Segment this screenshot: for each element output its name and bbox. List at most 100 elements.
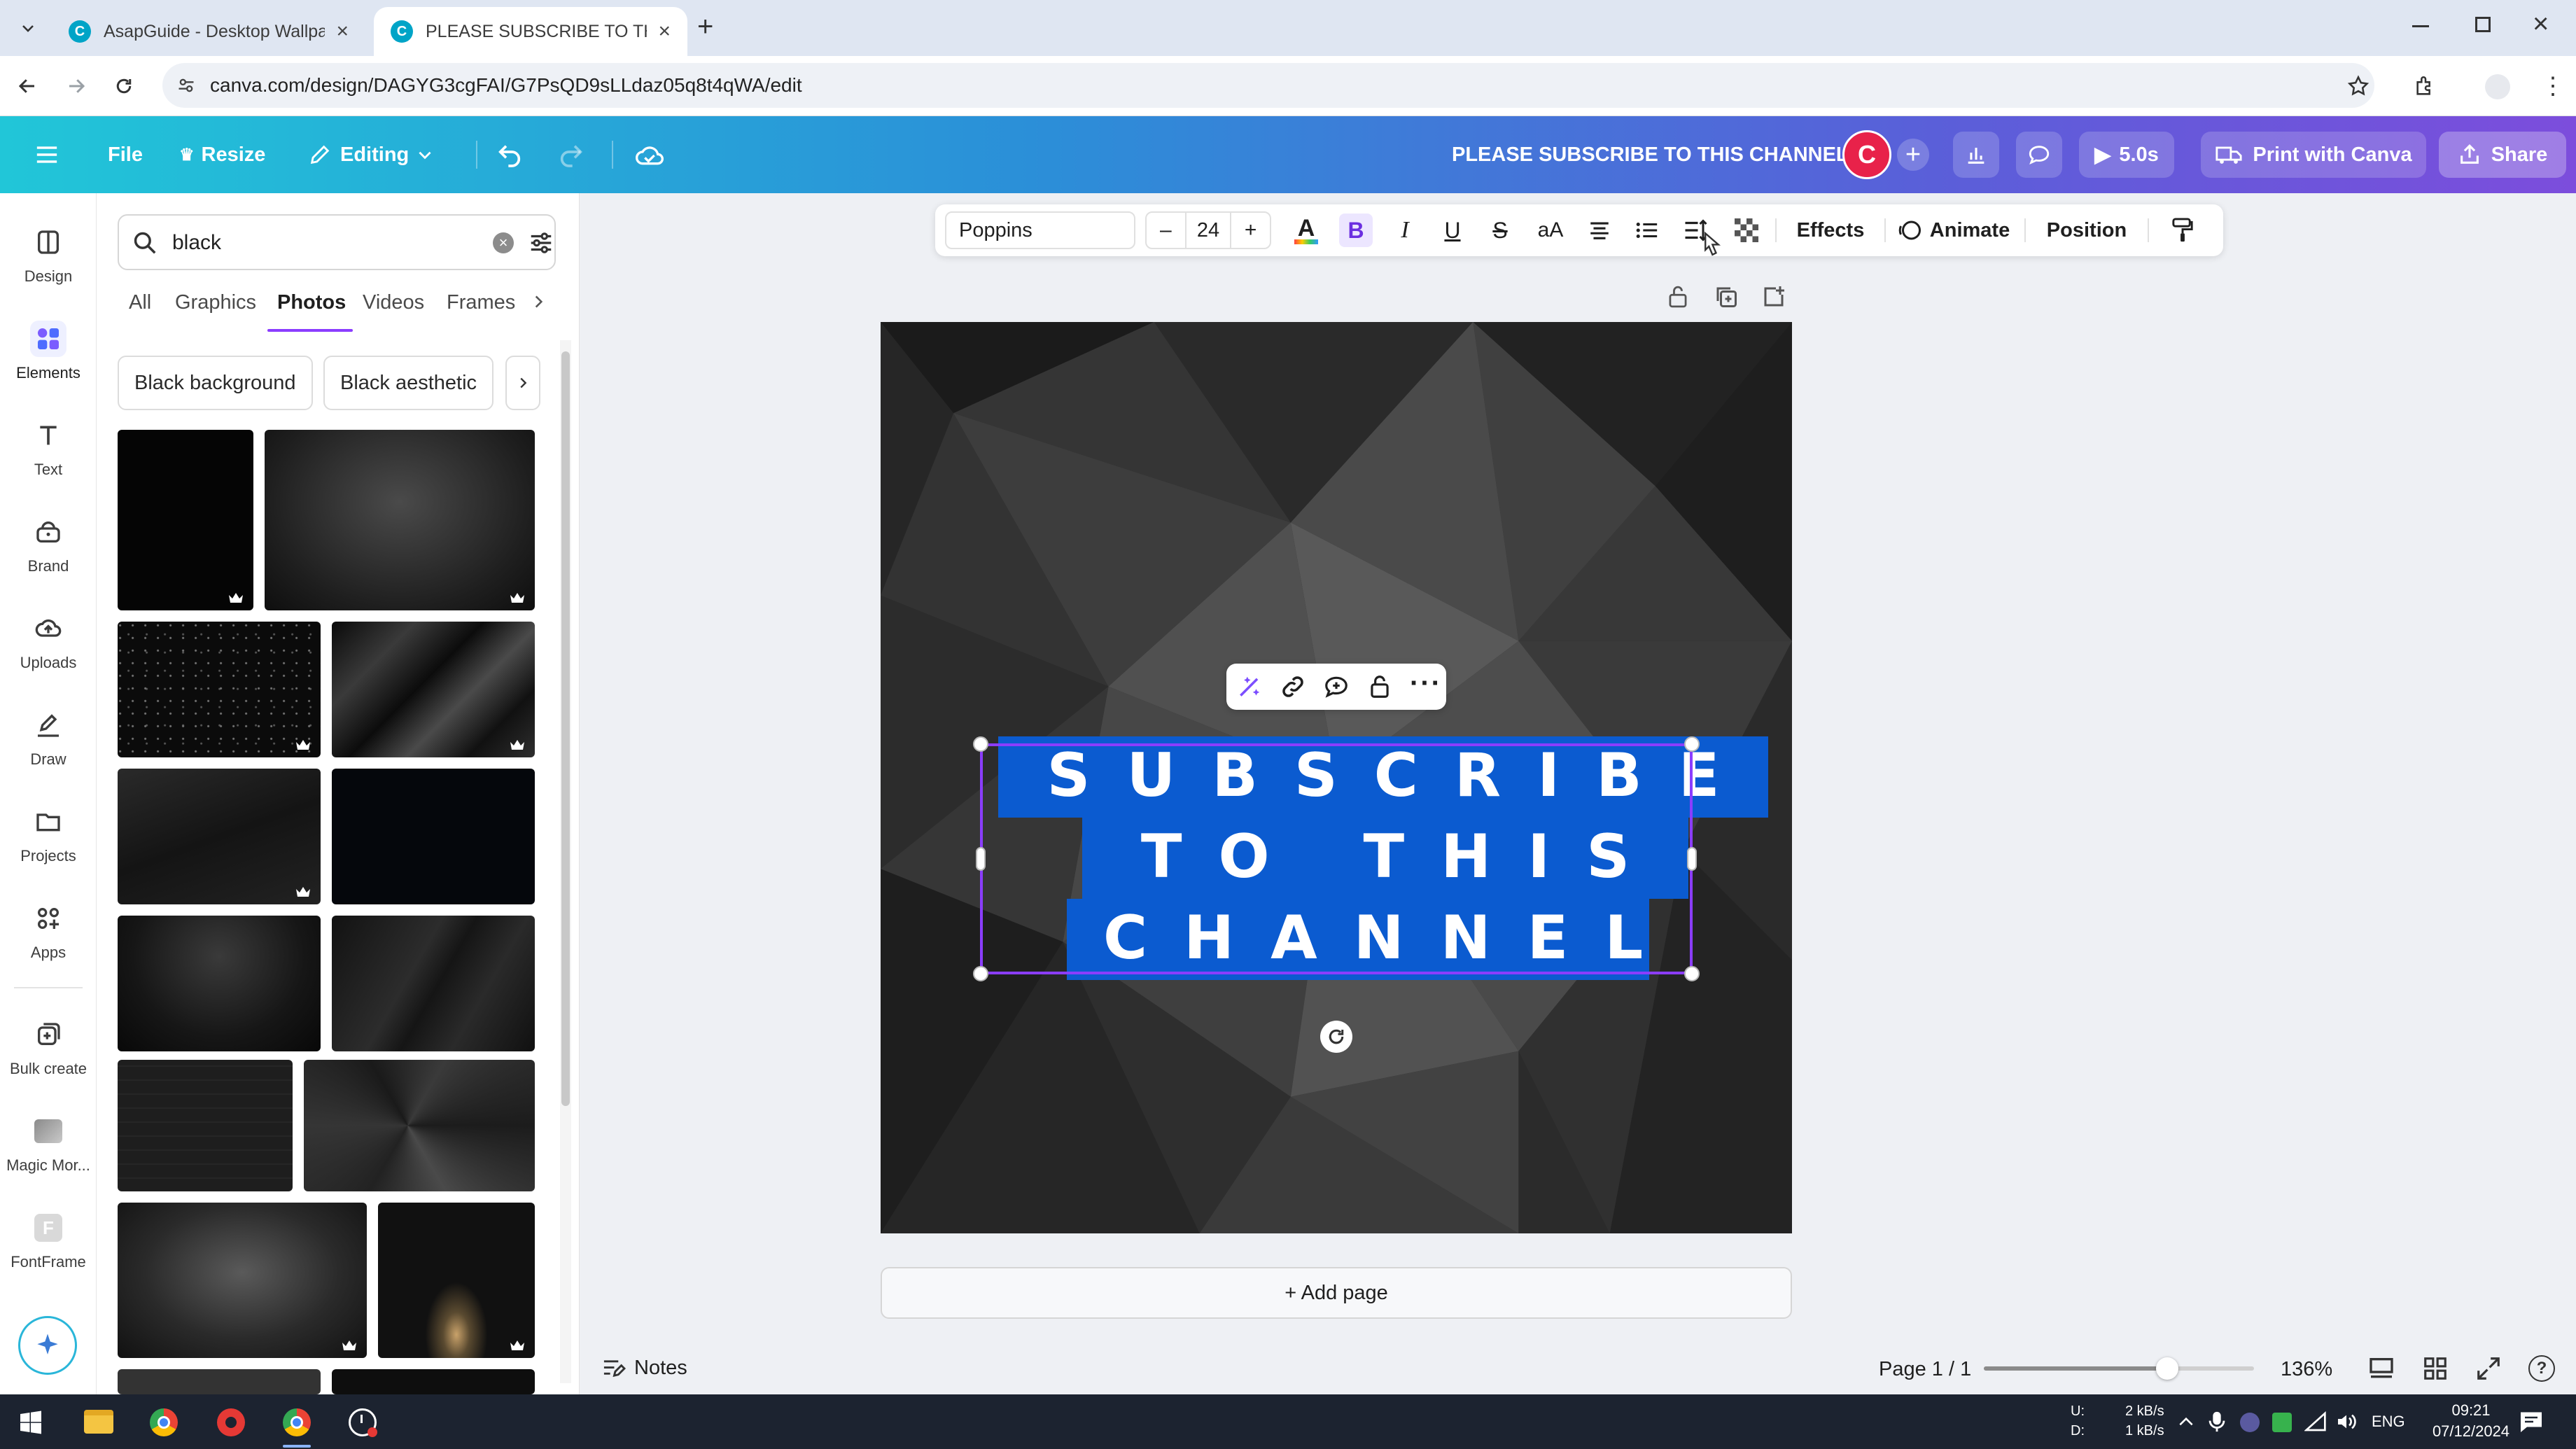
- more-options-icon[interactable]: ···: [1410, 668, 1442, 699]
- clock[interactable]: 09:21 07/12/2024: [2422, 1400, 2520, 1442]
- zoom-slider[interactable]: [1984, 1357, 2254, 1380]
- transparency-button[interactable]: [1726, 204, 1767, 256]
- magic-assistant-button[interactable]: [18, 1316, 77, 1375]
- zoom-level[interactable]: 136%: [2281, 1358, 2332, 1381]
- browser-tab-active[interactable]: C PLEASE SUBSCRIBE TO THIS CH ×: [374, 7, 687, 56]
- tab-frames[interactable]: Frames: [447, 291, 515, 314]
- effects-button[interactable]: Effects: [1785, 204, 1876, 256]
- notes-button[interactable]: Notes: [601, 1357, 687, 1380]
- help-button[interactable]: ?: [2528, 1355, 2555, 1382]
- rail-item-apps[interactable]: Apps: [0, 889, 97, 973]
- photo-thumbnail[interactable]: [332, 769, 535, 904]
- rail-item-elements[interactable]: Elements: [0, 309, 97, 393]
- new-tab-button[interactable]: +: [697, 11, 713, 43]
- document-title[interactable]: PLEASE SUBSCRIBE TO THIS CHANNEL: [1452, 116, 1849, 193]
- site-info-icon[interactable]: [176, 76, 196, 95]
- panel-scrollbar[interactable]: [560, 340, 571, 1383]
- list-button[interactable]: [1627, 204, 1667, 256]
- italic-button[interactable]: I: [1385, 204, 1425, 256]
- file-explorer-icon[interactable]: [84, 1410, 113, 1434]
- rail-item-brand[interactable]: Brand: [0, 503, 97, 587]
- tab-graphics[interactable]: Graphics: [175, 291, 256, 314]
- undo-icon[interactable]: [496, 141, 524, 169]
- present-button[interactable]: ▶ 5.0s: [2079, 132, 2174, 178]
- page-indicator[interactable]: Page 1 / 1: [1879, 1358, 1971, 1381]
- minimize-window-icon[interactable]: [2412, 25, 2429, 27]
- rotate-handle[interactable]: [1320, 1021, 1352, 1053]
- strikethrough-button[interactable]: S: [1480, 204, 1520, 256]
- resize-handle-top-right[interactable]: [1684, 736, 1700, 752]
- photo-thumbnail[interactable]: [118, 1060, 293, 1191]
- bookmark-star-icon[interactable]: [2346, 74, 2370, 98]
- rail-item-design[interactable]: Design: [0, 213, 97, 297]
- link-icon[interactable]: [1280, 673, 1306, 700]
- wifi-icon[interactable]: [2304, 1411, 2327, 1432]
- close-tab-icon[interactable]: ×: [658, 20, 671, 43]
- rail-item-magic-morph[interactable]: Magic Mor...: [0, 1102, 97, 1186]
- font-size-stepper[interactable]: – 24 +: [1145, 211, 1271, 249]
- tab-videos[interactable]: Videos: [363, 291, 424, 314]
- lock-page-icon[interactable]: [1666, 284, 1690, 309]
- browser-tab[interactable]: C AsapGuide - Desktop Wallpape ×: [52, 7, 365, 56]
- language-indicator[interactable]: ENG: [2372, 1413, 2405, 1431]
- chevron-up-icon[interactable]: [2177, 1414, 2195, 1429]
- windows-start-icon[interactable]: [18, 1410, 43, 1435]
- animate-button[interactable]: Animate: [1894, 204, 2013, 256]
- share-button[interactable]: Share: [2439, 132, 2566, 178]
- photo-thumbnail[interactable]: [118, 769, 321, 904]
- photo-thumbnail[interactable]: [304, 1060, 535, 1191]
- page-view-icon[interactable]: [2367, 1355, 2395, 1382]
- scrollbar-thumb[interactable]: [561, 351, 570, 1106]
- rail-item-text[interactable]: Text: [0, 406, 97, 490]
- resize-handle-bottom-left[interactable]: [973, 966, 988, 981]
- chrome-taskbar-icon[interactable]: [150, 1408, 178, 1436]
- rail-item-uploads[interactable]: Uploads: [0, 599, 97, 683]
- suggestion-chip[interactable]: Black aesthetic: [323, 356, 494, 410]
- main-menu-button[interactable]: [35, 116, 59, 193]
- resize-handle-bottom-right[interactable]: [1684, 966, 1700, 981]
- decrease-font-size-button[interactable]: –: [1147, 218, 1185, 242]
- photo-thumbnail[interactable]: [118, 430, 253, 610]
- duplicate-page-icon[interactable]: [1714, 284, 1739, 309]
- rail-item-draw[interactable]: Draw: [0, 696, 97, 780]
- suggestion-chip-more[interactable]: [505, 356, 540, 410]
- photo-thumbnail[interactable]: [332, 1369, 535, 1394]
- tray-nvidia-icon[interactable]: [2272, 1413, 2292, 1432]
- user-avatar[interactable]: C: [1842, 130, 1891, 179]
- forward-arrow-icon[interactable]: [66, 76, 87, 97]
- volume-icon[interactable]: [2335, 1411, 2358, 1432]
- bold-button[interactable]: B: [1336, 204, 1376, 256]
- tab-photos[interactable]: Photos: [277, 291, 346, 314]
- photo-thumbnail[interactable]: [118, 1369, 321, 1394]
- filter-icon[interactable]: [528, 230, 554, 256]
- add-page-icon[interactable]: [1761, 284, 1786, 309]
- underline-button[interactable]: U: [1432, 204, 1473, 256]
- font-family-dropdown[interactable]: Poppins: [945, 211, 1135, 249]
- comments-button[interactable]: [2016, 132, 2062, 178]
- tab-search-button[interactable]: [13, 13, 43, 43]
- increase-font-size-button[interactable]: +: [1231, 218, 1270, 242]
- zoom-slider-handle[interactable]: [2156, 1357, 2179, 1380]
- photo-thumbnail[interactable]: [118, 622, 321, 757]
- restore-window-icon[interactable]: [2475, 17, 2491, 32]
- clear-search-icon[interactable]: ×: [493, 232, 514, 253]
- photo-thumbnail[interactable]: [378, 1203, 535, 1358]
- file-menu-button[interactable]: File: [108, 116, 143, 193]
- magic-write-icon[interactable]: [1236, 673, 1263, 700]
- resize-handle-left[interactable]: [976, 847, 986, 871]
- insights-button[interactable]: [1953, 132, 1999, 178]
- resize-handle-right[interactable]: [1687, 847, 1697, 871]
- lock-element-icon[interactable]: [1366, 673, 1393, 700]
- grid-view-icon[interactable]: [2422, 1355, 2449, 1382]
- chrome-taskbar-icon-active[interactable]: [283, 1408, 311, 1436]
- profile-avatar[interactable]: [2485, 74, 2510, 99]
- photo-thumbnail[interactable]: [118, 916, 321, 1051]
- tab-all[interactable]: All: [129, 291, 151, 314]
- microphone-icon[interactable]: [2208, 1410, 2226, 1434]
- invite-button[interactable]: +: [1897, 139, 1929, 171]
- photo-thumbnail[interactable]: [332, 622, 535, 757]
- extensions-icon[interactable]: [2414, 74, 2437, 98]
- recorder-taskbar-icon[interactable]: [217, 1408, 245, 1436]
- url-field[interactable]: canva.com/design/DAGYG3cgFAI/G7PsQD9sLLd…: [162, 63, 2374, 108]
- suggestion-chip[interactable]: Black background: [118, 356, 313, 410]
